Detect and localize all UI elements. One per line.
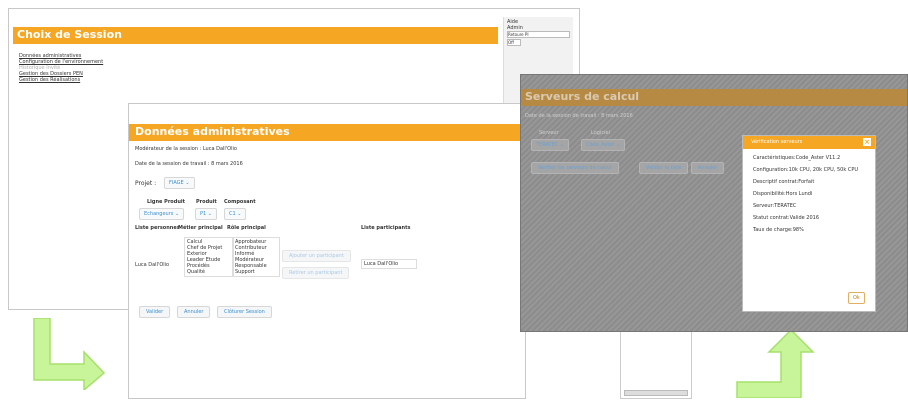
cloturer-button[interactable]: Clôturer Session — [217, 306, 272, 318]
popup-title-bar: Vérification serveurs × — [743, 136, 875, 149]
link-gestion-realisations[interactable]: Gestion des Réalisations — [19, 77, 80, 83]
popup-info: Caractéristiques:Code_Aster V11.2 Config… — [753, 155, 865, 233]
th-metier: Métier principal — [178, 225, 223, 231]
moderator-text: Modérateur de la session : Luca Dall'Oli… — [135, 146, 237, 152]
menu-retoure[interactable]: Retoure PI — [507, 31, 570, 38]
list-item[interactable]: Support — [235, 269, 277, 275]
list-item[interactable]: Luca Dall'Olio — [364, 261, 414, 267]
session-title-bar: Choix de Session — [13, 27, 498, 44]
arrow-down-right-icon — [33, 318, 106, 390]
ok-button[interactable]: Ok — [848, 292, 865, 304]
admin-window: Données administratives Modérateur de la… — [128, 103, 526, 399]
popup-line: Configuration:10k CPU, 20k CPU, 50k CPU — [753, 167, 858, 173]
projet-value: FIAGE — [169, 180, 184, 186]
logiciel-select[interactable]: Code_Aster ⌄ — [581, 139, 626, 151]
logiciel-value: Code_Aster — [586, 142, 615, 148]
participants-list[interactable]: Luca Dall'Olio — [361, 259, 417, 269]
session-title: Choix de Session — [17, 28, 122, 41]
composant-value: C1 — [229, 211, 236, 217]
th-liste: Liste personnes — [135, 225, 180, 231]
chevron-down-icon: ⌄ — [559, 142, 565, 148]
popup-line: Disponibilité:Hors Lundi — [753, 191, 813, 197]
menu-off[interactable]: Off — [507, 39, 521, 46]
header-ligne: Ligne Produit — [147, 199, 185, 205]
produit-select[interactable]: P1 ⌄ — [195, 208, 217, 220]
servers-col-logiciel: Logiciel — [591, 130, 610, 136]
chevron-down-icon: ⌄ — [237, 211, 242, 217]
add-participant-button[interactable]: Ajouter un participant — [282, 250, 351, 262]
projet-label: Projet : — [135, 180, 157, 187]
admin-date-text: Date de la session de travail : 8 mars 2… — [135, 161, 243, 167]
popup-line: Descriptif contrat:Forfait — [753, 179, 815, 185]
admin-title: Données administratives — [135, 125, 290, 138]
role-list[interactable]: Approbateur Contributeur Informé Modérat… — [232, 237, 280, 277]
verification-popup: Vérification serveurs × Caractéristiques… — [742, 135, 876, 312]
session-links: Données administratives Configuration de… — [19, 53, 219, 83]
ligne-select[interactable]: Echangeurs ⌄ — [139, 208, 185, 220]
popup-line: Caractéristiques:Code_Aster V11.2 — [753, 155, 841, 161]
th-participants: Liste participants — [361, 225, 411, 231]
produit-value: P1 — [200, 211, 207, 217]
servers-title: Serveurs de calcul — [525, 90, 640, 103]
annuler-button[interactable]: Annuler — [177, 306, 211, 318]
popup-title: Vérification serveurs — [751, 139, 803, 145]
chevron-down-icon: ⌄ — [174, 211, 180, 217]
servers-title-bar: Serveurs de calcul — [521, 89, 907, 106]
ligne-value: Echangeurs — [144, 211, 174, 217]
person-name[interactable]: Luca Dall'Olio — [135, 262, 169, 268]
list-item[interactable]: Qualité — [187, 269, 231, 275]
serveur-select[interactable]: TERATEC ⌄ — [531, 139, 570, 151]
metier-list[interactable]: Calcul Chef de Projet Exterior Leader Et… — [184, 237, 234, 277]
th-role: Rôle principal — [227, 225, 266, 231]
annuler-serveurs-button[interactable]: Annuler — [691, 162, 725, 174]
background-scrollbar[interactable] — [624, 390, 688, 396]
chevron-down-icon: ⌄ — [616, 142, 621, 148]
close-icon[interactable]: × — [863, 138, 871, 146]
arrow-up-right-icon — [736, 330, 815, 398]
remove-participant-button[interactable]: Retirer un participant — [282, 267, 350, 279]
header-produit: Produit — [196, 199, 217, 205]
chevron-down-icon: ⌄ — [185, 180, 190, 186]
composant-select[interactable]: C1 ⌄ — [224, 208, 247, 220]
chevron-down-icon: ⌄ — [207, 211, 212, 217]
valider-liste-button[interactable]: Valider la liste — [639, 162, 689, 174]
servers-date: Date de la session de travail : 8 mars 2… — [525, 113, 633, 119]
background-panel — [620, 325, 692, 399]
header-composant: Composant — [224, 199, 256, 205]
popup-line: Serveur:TERATEC — [753, 203, 797, 209]
popup-line: Statut contrat:Valide 2016 — [753, 215, 820, 221]
admin-title-bar: Données administratives — [129, 124, 525, 141]
serveur-value: TERATEC — [536, 142, 559, 148]
valider-button[interactable]: Valider — [139, 306, 171, 318]
verifier-serveurs-button[interactable]: Vérifier les serveurs de calcul — [531, 162, 619, 174]
popup-line: Taux de charge:98% — [753, 227, 804, 233]
servers-col-serveur: Serveur — [539, 130, 559, 136]
projet-select[interactable]: FIAGE ⌄ — [164, 177, 195, 189]
